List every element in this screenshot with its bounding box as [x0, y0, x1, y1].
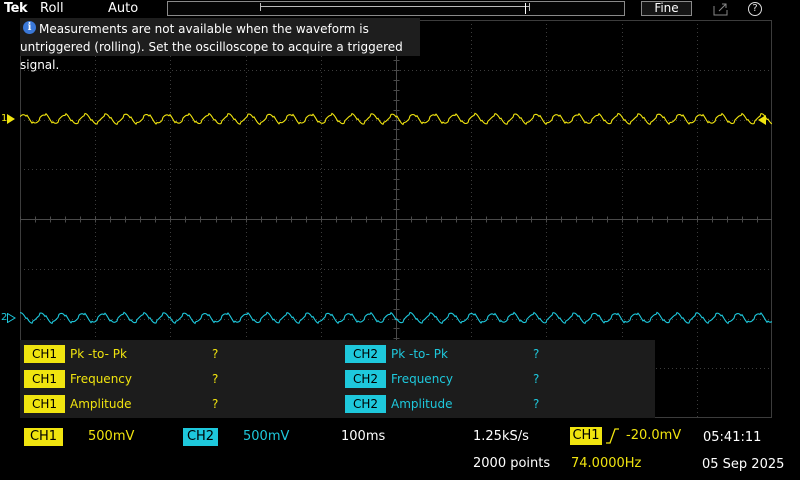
- measurement-channel-badge: CH2: [345, 395, 386, 413]
- measurement-value: ?: [533, 372, 540, 386]
- measurement-value: ?: [212, 372, 219, 386]
- sample-rate[interactable]: 1.25kS/s: [473, 428, 529, 446]
- ch1-badge[interactable]: CH1: [24, 428, 63, 446]
- record-trigger-position: [525, 3, 526, 14]
- fine-button[interactable]: Fine: [641, 1, 692, 16]
- measurement-value: ?: [212, 347, 219, 361]
- trigger-mode-label[interactable]: Auto: [108, 1, 138, 17]
- measurement-name: Frequency: [70, 372, 132, 386]
- trigger-level[interactable]: -20.0mV: [626, 427, 681, 445]
- ch1-vertical-scale[interactable]: 500mV: [88, 428, 134, 446]
- measurement-channel-badge: CH2: [345, 345, 386, 363]
- measurement-name: Amplitude: [391, 397, 453, 411]
- ch1-marker-arrow-icon: [7, 114, 16, 124]
- record-view-bar[interactable]: [167, 1, 625, 16]
- info-message: Measurements are not available when the …: [20, 22, 403, 72]
- record-length[interactable]: 2000 points: [473, 455, 550, 473]
- rising-edge-icon[interactable]: [604, 427, 620, 445]
- horizontal-mode-label[interactable]: Roll: [40, 1, 64, 17]
- measurement-panel: CH1 Pk -to- Pk ? CH1 Frequency ? CH1 Amp…: [20, 340, 655, 418]
- clock-time: 05:41:11: [703, 430, 762, 445]
- brand-logo: Tek: [4, 1, 28, 16]
- measurement-channel-badge: CH1: [24, 370, 65, 388]
- measurement-value: ?: [533, 347, 540, 361]
- ch2-marker-arrow-icon: [7, 312, 17, 324]
- ch1-offset-marker[interactable]: 1: [1, 114, 16, 124]
- measurement-channel-badge: CH1: [24, 345, 65, 363]
- ch2-vertical-scale[interactable]: 500mV: [243, 428, 289, 446]
- measurement-name: Amplitude: [70, 397, 132, 411]
- clock-date: 05 Sep 2025: [702, 457, 785, 472]
- measurement-value: ?: [533, 397, 540, 411]
- measurement-channel-badge: CH1: [24, 395, 65, 413]
- ch2-badge[interactable]: CH2: [183, 428, 218, 446]
- top-bar: Tek Roll Auto Fine ?: [0, 0, 800, 18]
- export-icon[interactable]: [713, 2, 729, 16]
- info-banner: i Measurements are not available when th…: [20, 18, 420, 72]
- trigger-frequency: 74.0000Hz: [571, 456, 642, 471]
- trigger-level-marker[interactable]: [758, 115, 766, 125]
- measurement-value: ?: [212, 397, 219, 411]
- ch2-offset-marker[interactable]: 2: [1, 312, 17, 324]
- help-icon[interactable]: ?: [748, 2, 762, 16]
- measurement-name: Pk -to- Pk: [70, 347, 127, 361]
- horizontal-scale[interactable]: 100ms: [341, 428, 385, 446]
- measurement-name: Frequency: [391, 372, 453, 386]
- record-view-window[interactable]: [260, 3, 530, 12]
- measurement-channel-badge: CH2: [345, 370, 386, 388]
- measurement-name: Pk -to- Pk: [391, 347, 448, 361]
- trigger-source-badge[interactable]: CH1: [570, 427, 602, 445]
